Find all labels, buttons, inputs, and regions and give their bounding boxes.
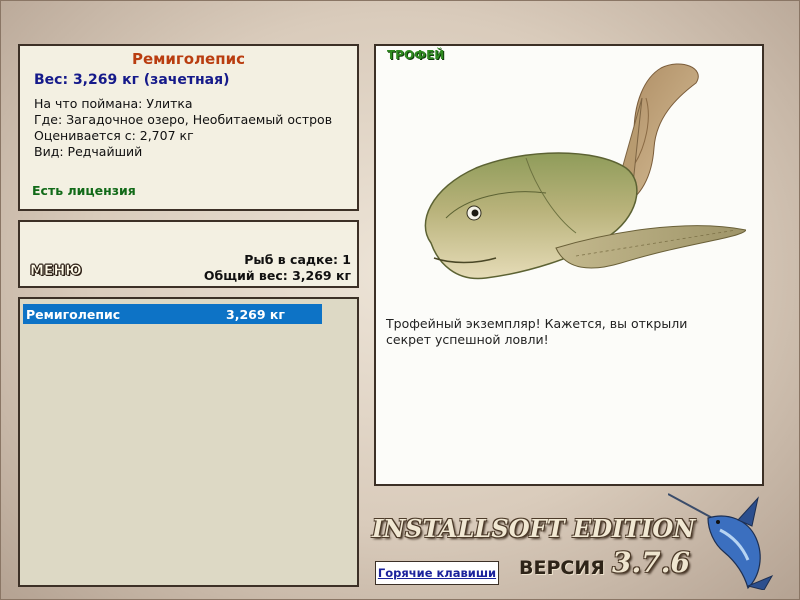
trophy-message: Трофейный экземпляр! Кажется, вы открыли… xyxy=(386,316,688,347)
fish-count: Рыб в садке: 1 xyxy=(244,252,351,267)
list-item-name: Ремиголепис xyxy=(26,307,121,322)
fish-info-panel: Ремиголепис Вес: 3,269 кг (зачетная) На … xyxy=(18,44,359,211)
trophy-panel: ТРОФЕЙ Трофейный экземпляр! Кажется, вы … xyxy=(374,44,764,486)
fish-name: Ремиголепис xyxy=(131,50,245,68)
edition-brand: INSTALLSOFT EDITION xyxy=(372,514,696,543)
list-item[interactable]: Ремиголепис 3,269 кг xyxy=(23,304,322,324)
location-line: Где: Загадочное озеро, Необитаемый остро… xyxy=(34,112,333,127)
fish-image xyxy=(424,63,746,280)
list-item-weight: 3,269 кг xyxy=(226,307,285,322)
version-label: ВЕРСИЯ xyxy=(519,557,605,579)
marlin-icon xyxy=(668,493,774,590)
menu-button[interactable]: МЕНЮ xyxy=(30,263,82,280)
fish-list: Ремиголепис 3,269 кг xyxy=(18,297,359,587)
hotkeys-button[interactable]: Горячие клавиши xyxy=(375,561,499,585)
keepnet-panel: МЕНЮ Рыб в садке: 1 Общий вес: 3,269 кг xyxy=(18,220,359,288)
min-weight-line: Оценивается с: 2,707 кг xyxy=(34,128,194,143)
fish-weight: Вес: 3,269 кг (зачетная) xyxy=(34,72,230,88)
rarity-line: Вид: Редчайший xyxy=(34,144,143,159)
license-status: Есть лицензия xyxy=(32,183,136,198)
keepnet-stats: Рыб в садке: 1 Общий вес: 3,269 кг xyxy=(204,252,351,284)
fish-details: На что поймана: Улитка Где: Загадочное о… xyxy=(34,96,332,160)
total-weight: Общий вес: 3,269 кг xyxy=(203,268,351,283)
bait-line: На что поймана: Улитка xyxy=(34,96,193,111)
